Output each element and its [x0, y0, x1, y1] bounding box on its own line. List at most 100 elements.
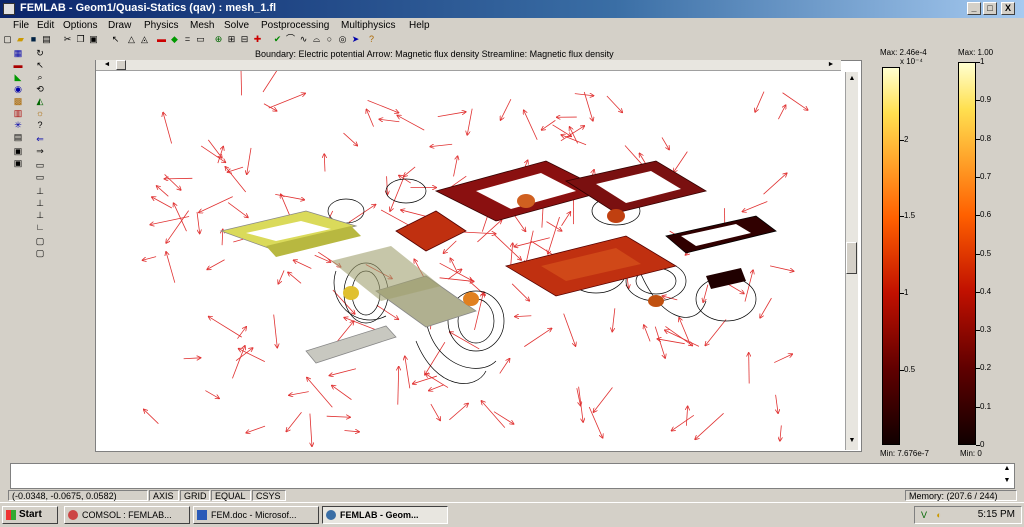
clock: 5:15 PM — [977, 509, 1015, 520]
light-icon[interactable]: ☼ — [34, 108, 46, 119]
cut-icon[interactable]: ✂ — [62, 34, 73, 45]
plot-canvas[interactable] — [96, 61, 861, 451]
check-icon[interactable]: ✔ — [272, 34, 283, 45]
maximize-button[interactable]: □ — [983, 2, 997, 15]
task-comsol[interactable]: COMSOL : FEMLAB... — [64, 506, 190, 524]
arrays-icon[interactable]: ▩ — [12, 96, 24, 107]
start-label: Start — [19, 509, 42, 520]
ellipse-icon[interactable]: ◎ — [337, 34, 348, 45]
print-icon[interactable]: ▤ — [41, 34, 52, 45]
draw-curve-icon[interactable]: ⌓ — [311, 34, 322, 45]
menu-mesh[interactable]: Mesh — [190, 20, 214, 31]
solve-icon[interactable]: ▭ — [195, 34, 206, 45]
draw-poly-icon[interactable]: ◣ — [12, 72, 24, 83]
draw-rect-icon[interactable]: ▬ — [12, 60, 24, 71]
menu-physics[interactable]: Physics — [144, 20, 178, 31]
scroll-right-icon[interactable]: ► — [826, 60, 836, 70]
copy-icon[interactable]: ❐ — [75, 34, 86, 45]
task-label: FEM.doc - Microsof... — [211, 510, 297, 520]
task-word[interactable]: FEM.doc - Microsof... — [193, 506, 319, 524]
flux-arrow — [481, 401, 506, 428]
plot-icon[interactable]: ✚ — [252, 34, 263, 45]
horizontal-scroll-thumb[interactable] — [116, 60, 126, 70]
log-scroll-down-icon[interactable]: ▼ — [1002, 477, 1012, 487]
right-arrow-icon[interactable]: ⇒ — [34, 146, 46, 157]
open-icon[interactable]: ▰ — [15, 34, 26, 45]
transparency-icon[interactable]: ? — [34, 120, 46, 131]
zoom-window-icon[interactable]: ⊕ — [213, 34, 224, 45]
axis-3d-icon[interactable]: ∟ — [34, 222, 46, 233]
new-icon[interactable]: ▢ — [2, 34, 13, 45]
vertical-scrollbar[interactable]: ▲ ▼ — [845, 72, 858, 450]
mesh-refine-icon[interactable]: ◬ — [139, 34, 150, 45]
view-xy-icon[interactable]: ▭ — [34, 160, 46, 171]
axis-toggle[interactable]: AXIS — [149, 490, 179, 501]
volume-icon[interactable]: ◐ — [933, 509, 945, 521]
command-log[interactable]: ▲ ▼ — [10, 463, 1015, 489]
left-arrow-icon[interactable]: ⇐ — [34, 134, 46, 145]
union-icon[interactable]: ▥ — [12, 108, 24, 119]
equal-toggle[interactable]: EQUAL — [211, 490, 251, 501]
triangle-icon[interactable]: △ — [126, 34, 137, 45]
difference-icon[interactable]: ✳ — [12, 120, 24, 131]
flux-arrow — [344, 318, 378, 331]
flux-arrow — [515, 316, 532, 317]
circle-icon[interactable]: ○ — [324, 34, 335, 45]
start-button[interactable]: Start — [2, 506, 58, 524]
rotate-view-icon[interactable]: ↻ — [34, 48, 46, 59]
menu-solve[interactable]: Solve — [224, 20, 249, 31]
scroll-left-icon[interactable]: ◄ — [102, 60, 112, 70]
axis-xz-icon[interactable]: ⊥ — [34, 210, 46, 221]
scroll-up-icon[interactable]: ▲ — [847, 74, 857, 84]
plot-area[interactable] — [95, 60, 862, 452]
view-yz-icon[interactable]: ▭ — [34, 172, 46, 183]
vertical-scroll-thumb[interactable] — [846, 242, 857, 274]
menu-edit[interactable]: Edit — [37, 20, 54, 31]
export-icon[interactable]: ▢ — [34, 248, 46, 259]
scroll-down-icon[interactable]: ▼ — [847, 436, 857, 446]
grid-toggle[interactable]: GRID — [180, 490, 210, 501]
axis-yz-icon[interactable]: ⊥ — [34, 198, 46, 209]
pointer-icon[interactable]: ↖ — [34, 60, 46, 71]
zoom-in-icon[interactable]: ⊞ — [226, 34, 237, 45]
menu-multiphysics[interactable]: Multiphysics — [341, 20, 395, 31]
flux-arrow — [780, 425, 781, 440]
zoom-out-icon[interactable]: ⊟ — [239, 34, 250, 45]
zoom-icon[interactable]: ⌕ — [34, 72, 46, 83]
equals-icon[interactable]: = — [182, 34, 193, 45]
headlight-icon[interactable]: ◭ — [34, 96, 46, 107]
draw-line-icon[interactable]: ⌒ — [285, 34, 296, 45]
draw-ellipse-icon[interactable]: ◉ — [12, 84, 24, 95]
menu-file[interactable]: File — [13, 20, 29, 31]
geom-icon[interactable]: ▦ — [12, 48, 24, 59]
task-femlab[interactable]: FEMLAB - Geom... — [322, 506, 448, 524]
save-icon[interactable]: ■ — [28, 34, 39, 45]
camera-icon[interactable]: ▢ — [34, 236, 46, 247]
csys-toggle[interactable]: CSYS — [252, 490, 286, 501]
paste-icon[interactable]: ▣ — [88, 34, 99, 45]
arrow-icon[interactable]: ➤ — [350, 34, 361, 45]
menu-draw[interactable]: Draw — [108, 20, 131, 31]
subdomain-icon[interactable]: ◆ — [169, 34, 180, 45]
orbit-icon[interactable]: ⟲ — [34, 84, 46, 95]
select-icon[interactable]: ↖ — [110, 34, 121, 45]
flux-arrow — [672, 414, 695, 430]
rotate-icon[interactable]: ▣ — [12, 146, 24, 157]
menu-postprocessing[interactable]: Postprocessing — [261, 20, 329, 31]
network-icon[interactable]: V — [918, 509, 930, 521]
flux-arrow — [344, 431, 359, 432]
boundary-icon[interactable]: ▬ — [156, 34, 167, 45]
draw-arc-icon[interactable]: ∿ — [298, 34, 309, 45]
menu-help[interactable]: Help — [409, 20, 430, 31]
scale-icon[interactable]: ▣ — [12, 158, 24, 169]
flux-arrow — [511, 283, 529, 301]
minimize-button[interactable]: _ — [967, 2, 981, 15]
menu-options[interactable]: Options — [63, 20, 97, 31]
horizontal-scrollbar[interactable]: ◄ ► — [96, 60, 841, 71]
log-scroll-up-icon[interactable]: ▲ — [1002, 465, 1012, 475]
flux-arrow — [654, 326, 665, 358]
help-pointer-icon[interactable]: ? — [366, 34, 377, 45]
close-button[interactable]: X — [1001, 2, 1015, 15]
axis-xy-icon[interactable]: ⊥ — [34, 186, 46, 197]
intersect-icon[interactable]: ▤ — [12, 132, 24, 143]
